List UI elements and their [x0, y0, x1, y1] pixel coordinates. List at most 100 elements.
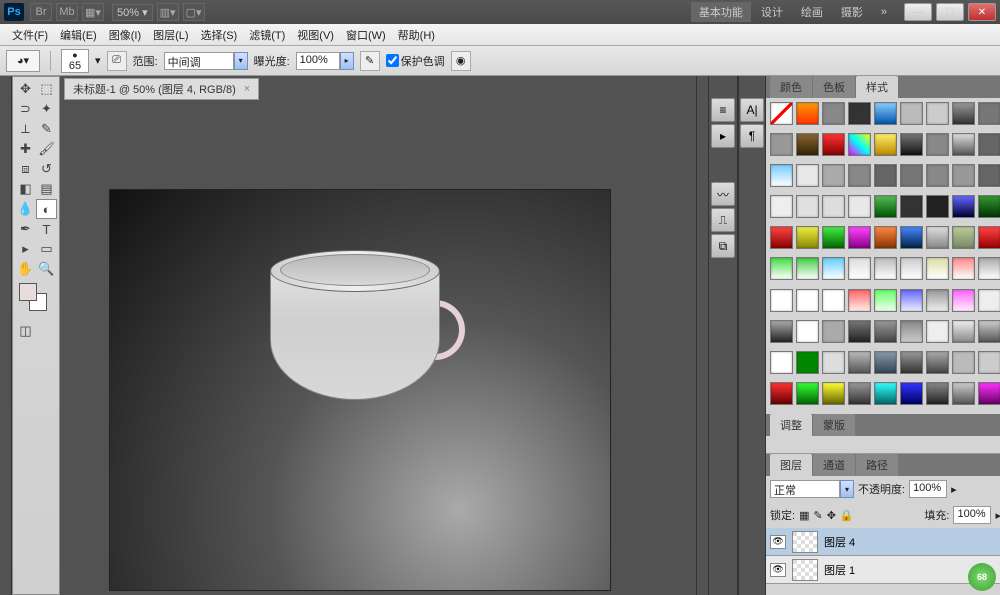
style-swatch[interactable] [874, 133, 897, 156]
menu-filter[interactable]: 滤镜(T) [243, 25, 291, 45]
visibility-icon[interactable]: 👁 [770, 535, 786, 549]
style-swatch[interactable] [874, 164, 897, 187]
tab-masks[interactable]: 蒙版 [813, 414, 855, 436]
style-swatch[interactable] [952, 289, 975, 312]
layer-thumbnail[interactable] [792, 559, 818, 581]
menu-select[interactable]: 选择(S) [195, 25, 244, 45]
style-swatch[interactable] [848, 289, 871, 312]
style-swatch[interactable] [900, 382, 923, 405]
workspace-more[interactable]: » [873, 4, 895, 20]
style-swatch[interactable] [770, 382, 793, 405]
style-swatch[interactable] [848, 133, 871, 156]
stamp-tool[interactable]: ⧈ [15, 159, 36, 179]
style-swatch[interactable] [822, 164, 845, 187]
mini-history-icon[interactable]: ≡ [711, 98, 735, 122]
style-swatch[interactable] [926, 382, 949, 405]
minimize-button[interactable]: — [904, 3, 932, 21]
style-swatch[interactable] [796, 320, 819, 343]
style-swatch[interactable] [796, 226, 819, 249]
style-swatch[interactable] [822, 133, 845, 156]
style-swatch[interactable] [926, 102, 949, 125]
type-tool[interactable]: T [36, 219, 57, 239]
style-swatch[interactable] [900, 102, 923, 125]
style-swatch[interactable] [874, 351, 897, 374]
style-swatch[interactable] [822, 320, 845, 343]
range-select[interactable]: 中间调 [164, 52, 234, 70]
style-swatch[interactable] [796, 382, 819, 405]
style-swatch[interactable] [952, 382, 975, 405]
style-swatch[interactable] [926, 195, 949, 218]
layer-name[interactable]: 图层 1 [824, 562, 855, 578]
path-select-tool[interactable]: ▸ [15, 239, 36, 259]
dodge-tool[interactable]: ◐ [36, 199, 57, 219]
style-swatch[interactable] [822, 226, 845, 249]
canvas[interactable] [110, 190, 610, 590]
style-swatch[interactable] [952, 164, 975, 187]
style-swatch[interactable] [926, 133, 949, 156]
style-swatch[interactable] [848, 382, 871, 405]
bridge-icon[interactable]: Br [30, 3, 52, 21]
style-swatch[interactable] [848, 351, 871, 374]
style-swatch[interactable] [796, 164, 819, 187]
style-swatch[interactable] [926, 351, 949, 374]
style-swatch[interactable] [900, 289, 923, 312]
style-swatch[interactable] [926, 257, 949, 280]
style-swatch[interactable] [978, 133, 1000, 156]
eraser-tool[interactable]: ◧ [15, 179, 36, 199]
style-swatch[interactable] [952, 195, 975, 218]
style-swatch[interactable] [848, 102, 871, 125]
workspace-painting[interactable]: 绘画 [793, 2, 831, 22]
style-swatch[interactable] [978, 382, 1000, 405]
pen-tool[interactable]: ✒ [15, 219, 36, 239]
style-swatch[interactable] [978, 351, 1000, 374]
style-swatch[interactable] [978, 195, 1000, 218]
minibridge-icon[interactable]: Mb [56, 3, 78, 21]
style-swatch[interactable] [770, 164, 793, 187]
tab-color[interactable]: 颜色 [770, 76, 812, 98]
style-swatch[interactable] [926, 226, 949, 249]
left-collapse-strip[interactable] [0, 76, 12, 595]
brush-panel-icon[interactable]: ⎚ [107, 51, 127, 71]
zoom-tool[interactable]: 🔍 [36, 259, 57, 279]
menu-view[interactable]: 视图(V) [291, 25, 340, 45]
brush-preview[interactable]: ●65 [61, 49, 89, 73]
pressure-icon[interactable]: ◉ [451, 51, 471, 71]
style-swatch[interactable] [770, 102, 793, 125]
style-swatch[interactable] [796, 133, 819, 156]
brush-tool[interactable]: 🖌 [36, 139, 57, 159]
workspace-photography[interactable]: 摄影 [833, 2, 871, 22]
style-swatch[interactable] [952, 351, 975, 374]
layer-thumbnail[interactable] [792, 531, 818, 553]
tool-preset-picker[interactable]: ◕▾ [6, 50, 40, 72]
tab-styles[interactable]: 样式 [856, 76, 898, 98]
lasso-tool[interactable]: ⊃ [15, 99, 36, 119]
menu-edit[interactable]: 编辑(E) [54, 25, 103, 45]
mini-paragraph-icon[interactable]: ¶ [740, 124, 764, 148]
style-swatch[interactable] [770, 289, 793, 312]
style-swatch[interactable] [822, 289, 845, 312]
style-swatch[interactable] [770, 351, 793, 374]
style-swatch[interactable] [952, 102, 975, 125]
style-swatch[interactable] [978, 289, 1000, 312]
menu-help[interactable]: 帮助(H) [392, 25, 441, 45]
style-swatch[interactable] [770, 195, 793, 218]
workspace-design[interactable]: 设计 [753, 2, 791, 22]
opacity-input[interactable]: 100% [909, 480, 947, 498]
move-tool[interactable]: ✥ [15, 79, 36, 99]
style-swatch[interactable] [978, 226, 1000, 249]
style-swatch[interactable] [900, 320, 923, 343]
blend-mode-arrow[interactable]: ▾ [840, 480, 854, 498]
zoom-level-select[interactable]: 50% ▾ [112, 4, 153, 21]
style-swatch[interactable] [848, 164, 871, 187]
layer-row[interactable]: 👁 图层 4 [766, 528, 1000, 556]
style-swatch[interactable] [796, 289, 819, 312]
style-swatch[interactable] [848, 195, 871, 218]
style-swatch[interactable] [952, 320, 975, 343]
style-swatch[interactable] [952, 257, 975, 280]
style-swatch[interactable] [900, 195, 923, 218]
style-swatch[interactable] [874, 195, 897, 218]
shape-tool[interactable]: ▭ [36, 239, 57, 259]
document-tab[interactable]: 未标题-1 @ 50% (图层 4, RGB/8) × [64, 78, 259, 100]
history-brush-tool[interactable]: ↺ [36, 159, 57, 179]
style-swatch[interactable] [926, 164, 949, 187]
